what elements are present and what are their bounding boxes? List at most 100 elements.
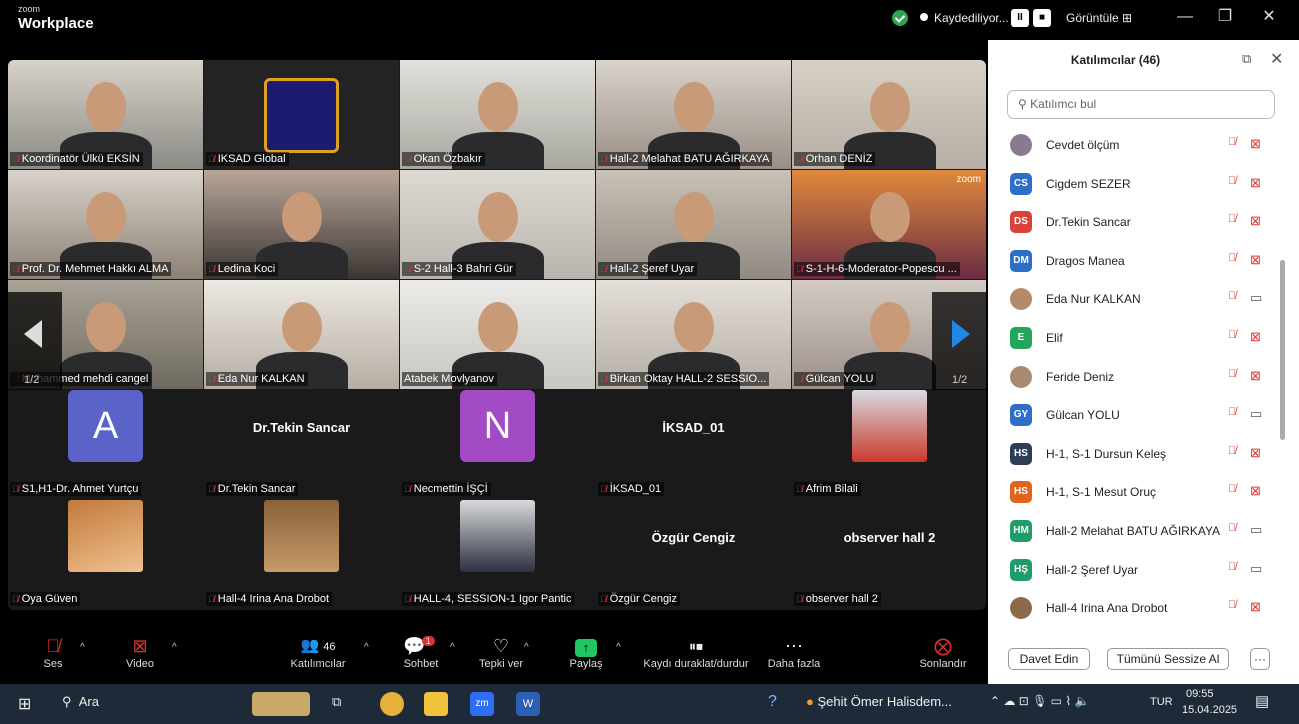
video-tile[interactable]: İKSAD_01 🎙̸ İKSAD_01 (596, 390, 791, 499)
camera-off-icon[interactable]: ⊠ (1250, 599, 1261, 615)
file-explorer-icon[interactable] (424, 692, 448, 716)
participant-row[interactable]: HS H-1, S-1 Dursun Keleş 🎙̸ ⊠ (988, 435, 1278, 473)
chat-button[interactable]: 💬1 Sohbet (400, 634, 442, 670)
video-tile[interactable]: zoom 🎙̸ S-1-H-6-Moderator-Popescu ... (792, 170, 986, 279)
chrome-icon[interactable] (380, 692, 404, 716)
video-tile[interactable]: observer hall 2 🎙̸ observer hall 2 (792, 500, 986, 609)
mute-all-button[interactable]: Tümünü Sessize Al (1107, 648, 1229, 670)
mic-muted-icon[interactable]: 🎙̸ (1228, 483, 1236, 495)
camera-on-icon[interactable]: ▭ (1250, 561, 1262, 577)
next-page-button[interactable]: 1/2 (932, 292, 986, 390)
news-widget[interactable]: ● Şehit Ömer Halisdem... (806, 694, 952, 709)
participant-row[interactable]: Cevdet ölçüm 🎙̸ ⊠ (988, 126, 1278, 164)
maximize-button[interactable]: ❐ (1210, 6, 1240, 28)
video-tile[interactable]: 🎙̸ Eda Nur KALKAN (204, 280, 399, 389)
camera-on-icon[interactable]: ▭ (1250, 406, 1262, 422)
video-tile[interactable]: A 🎙̸ S1,H1-Dr. Ahmet Yurtçu (8, 390, 203, 499)
taskbar-search[interactable]: ⚲ Ara (62, 694, 99, 710)
camera-on-icon[interactable]: ▭ (1250, 522, 1262, 538)
video-tile[interactable]: 🎙̸ Afrim Bilali (792, 390, 986, 499)
pause-stop-recording-button[interactable]: ⏸⏹ Kaydı duraklat/durdur (636, 634, 756, 670)
mic-muted-icon[interactable]: 🎙̸ (1228, 368, 1236, 380)
participant-list-scrollbar[interactable] (1280, 260, 1285, 440)
participant-row[interactable]: Feride Deniz 🎙̸ ⊠ (988, 358, 1278, 396)
camera-off-icon[interactable]: ⊠ (1250, 329, 1261, 345)
video-button[interactable]: ⊠ Video (118, 634, 162, 670)
more-button[interactable]: ⋯ Daha fazla (764, 634, 824, 670)
video-tile[interactable]: 🎙̸ IKSAD Global (204, 60, 399, 169)
camera-off-icon[interactable]: ⊠ (1250, 252, 1261, 268)
camera-off-icon[interactable]: ⊠ (1250, 175, 1261, 191)
video-tile[interactable]: 🎙̸ HALL-4, SESSION-1 Igor Pantic (400, 500, 595, 609)
previous-page-button[interactable]: 1/2 (8, 292, 62, 390)
word-icon[interactable]: W (516, 692, 540, 716)
mic-muted-icon[interactable]: 🎙̸ (1228, 561, 1236, 573)
video-tile[interactable]: 🎙̸ Ledina Koci (204, 170, 399, 279)
participant-row[interactable]: Eda Nur KALKAN 🎙̸ ▭ (988, 280, 1278, 318)
participant-row[interactable]: Hall-4 Irina Ana Drobot 🎙̸ ⊠ (988, 589, 1278, 627)
invite-button[interactable]: Davet Edin (1008, 648, 1090, 670)
participant-row[interactable]: CS Cigdem SEZER 🎙̸ ⊠ (988, 165, 1278, 203)
mic-muted-icon[interactable]: 🎙̸ (1228, 213, 1236, 225)
video-tile[interactable]: 🎙̸ Prof. Dr. Mehmet Hakkı ALMA (8, 170, 203, 279)
zoom-taskbar-icon[interactable]: zm (470, 692, 494, 716)
react-button[interactable]: ♡ Tepki ver (474, 634, 528, 670)
video-tile[interactable]: Dr.Tekin Sancar 🎙̸ Dr.Tekin Sancar (204, 390, 399, 499)
mic-muted-icon[interactable]: 🎙̸ (1228, 136, 1236, 148)
participants-button[interactable]: 👥 46 Katılımcılar (286, 634, 350, 670)
participant-row[interactable]: GY Gülcan YOLU 🎙̸ ▭ (988, 396, 1278, 434)
popout-icon[interactable]: ⧉ (1242, 51, 1251, 67)
camera-off-icon[interactable]: ⊠ (1250, 136, 1261, 152)
video-tile[interactable]: 🎙̸ Hall-4 Irina Ana Drobot (204, 500, 399, 609)
mic-muted-icon[interactable]: 🎙̸ (1228, 290, 1236, 302)
security-shield-icon[interactable] (892, 10, 908, 26)
video-tile[interactable]: 🎙̸ Okan Özbakır (400, 60, 595, 169)
mic-muted-icon[interactable]: 🎙̸ (1228, 252, 1236, 264)
task-view-icon[interactable]: ⧉ (332, 694, 341, 710)
mic-muted-icon[interactable]: 🎙̸ (1228, 522, 1236, 534)
clock-time[interactable]: 09:55 (1186, 688, 1214, 700)
participant-row[interactable]: DS Dr.Tekin Sancar 🎙̸ ⊠ (988, 203, 1278, 241)
clock-date[interactable]: 15.04.2025 (1182, 704, 1237, 716)
more-panel-options-button[interactable]: ··· (1250, 648, 1270, 670)
audio-options-chevron-icon[interactable]: ^ (80, 642, 85, 653)
widgets-icon[interactable] (252, 692, 310, 716)
video-tile[interactable]: Atabek Movlyanov (400, 280, 595, 389)
pause-recording-icon[interactable]: II (1011, 9, 1029, 27)
video-options-chevron-icon[interactable]: ^ (172, 642, 177, 653)
system-tray-icons[interactable]: ⌃ ☁ ⊡ 🎙 ▭ ⌇ 🔈 (990, 694, 1090, 708)
video-tile[interactable]: 🎙̸ Birkan Oktay HALL-2 SESSIO... (596, 280, 791, 389)
camera-off-icon[interactable]: ⊠ (1250, 483, 1261, 499)
view-menu-button[interactable]: Görüntüle ⊞ (1066, 11, 1132, 25)
video-tile[interactable]: 🎙̸ Hall-2 Melahat BATU AĞIRKAYA (596, 60, 791, 169)
participant-row[interactable]: E Elif 🎙̸ ⊠ (988, 319, 1278, 357)
close-window-button[interactable]: ✕ (1254, 6, 1284, 28)
camera-off-icon[interactable]: ⊠ (1250, 445, 1261, 461)
input-language[interactable]: TUR (1150, 696, 1173, 708)
chat-options-chevron-icon[interactable]: ^ (450, 642, 455, 653)
share-options-chevron-icon[interactable]: ^ (616, 642, 621, 653)
video-tile[interactable]: 🎙̸ Orhan DENİZ (792, 60, 986, 169)
video-tile[interactable]: Özgür Cengiz 🎙̸ Özgür Cengiz (596, 500, 791, 609)
windows-start-icon[interactable]: ⊞ (18, 694, 31, 714)
help-icon[interactable]: ? (768, 693, 777, 711)
mic-muted-icon[interactable]: 🎙̸ (1228, 175, 1236, 187)
camera-off-icon[interactable]: ⊠ (1250, 368, 1261, 384)
audio-button[interactable]: 🎙̸ Ses (38, 634, 68, 670)
video-tile[interactable]: N 🎙̸ Necmettin İŞÇİ (400, 390, 595, 499)
video-tile[interactable]: 🎙̸ Koordinatör Ülkü EKSİN (8, 60, 203, 169)
participants-options-chevron-icon[interactable]: ^ (364, 642, 369, 653)
close-panel-icon[interactable]: ✕ (1270, 49, 1283, 69)
participant-row[interactable]: DM Dragos Manea 🎙̸ ⊠ (988, 242, 1278, 280)
mic-muted-icon[interactable]: 🎙̸ (1228, 329, 1236, 341)
minimize-button[interactable]: — (1170, 6, 1200, 28)
participant-row[interactable]: HS H-1, S-1 Mesut Oruç 🎙̸ ⊠ (988, 473, 1278, 511)
mic-muted-icon[interactable]: 🎙̸ (1228, 406, 1236, 418)
stop-recording-icon[interactable]: ■ (1033, 9, 1051, 27)
video-tile[interactable]: 🎙̸ Oya Güven (8, 500, 203, 609)
end-meeting-button[interactable]: ⨂ Sonlandır (916, 634, 970, 670)
participant-row[interactable]: HM Hall-2 Melahat BATU AĞIRKAYA 🎙̸ ▭ (988, 512, 1278, 550)
camera-off-icon[interactable]: ⊠ (1250, 213, 1261, 229)
participant-row[interactable]: HŞ Hall-2 Şeref Uyar 🎙̸ ▭ (988, 551, 1278, 589)
react-options-chevron-icon[interactable]: ^ (524, 642, 529, 653)
